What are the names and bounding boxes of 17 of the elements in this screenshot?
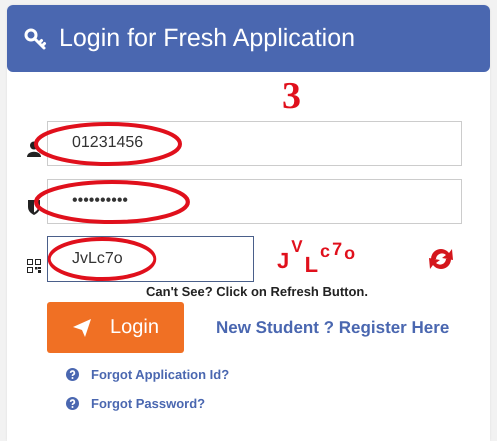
annotation-number: 3 xyxy=(282,77,301,115)
input-field[interactable]: 01231456 xyxy=(47,120,462,166)
help-link[interactable]: Forgot Password? xyxy=(91,396,206,411)
input-field[interactable]: JvLc7o xyxy=(47,236,254,282)
window-title: Login for Fresh Application xyxy=(59,24,356,53)
send-icon xyxy=(72,318,92,338)
register-link[interactable]: New Student ? Register Here xyxy=(216,318,450,338)
login-button[interactable]: Login xyxy=(47,302,184,353)
input-field[interactable]: •••••••••• xyxy=(47,178,462,224)
help-link[interactable]: Forgot Application Id? xyxy=(91,367,230,382)
help-icon xyxy=(66,397,79,410)
qr-code-icon xyxy=(27,259,41,273)
help-icon xyxy=(66,368,79,381)
key-icon xyxy=(24,26,48,50)
refresh-hint: Can't See? Click on Refresh Button. xyxy=(145,284,369,299)
user-icon xyxy=(27,141,41,157)
shield-icon xyxy=(27,199,41,215)
